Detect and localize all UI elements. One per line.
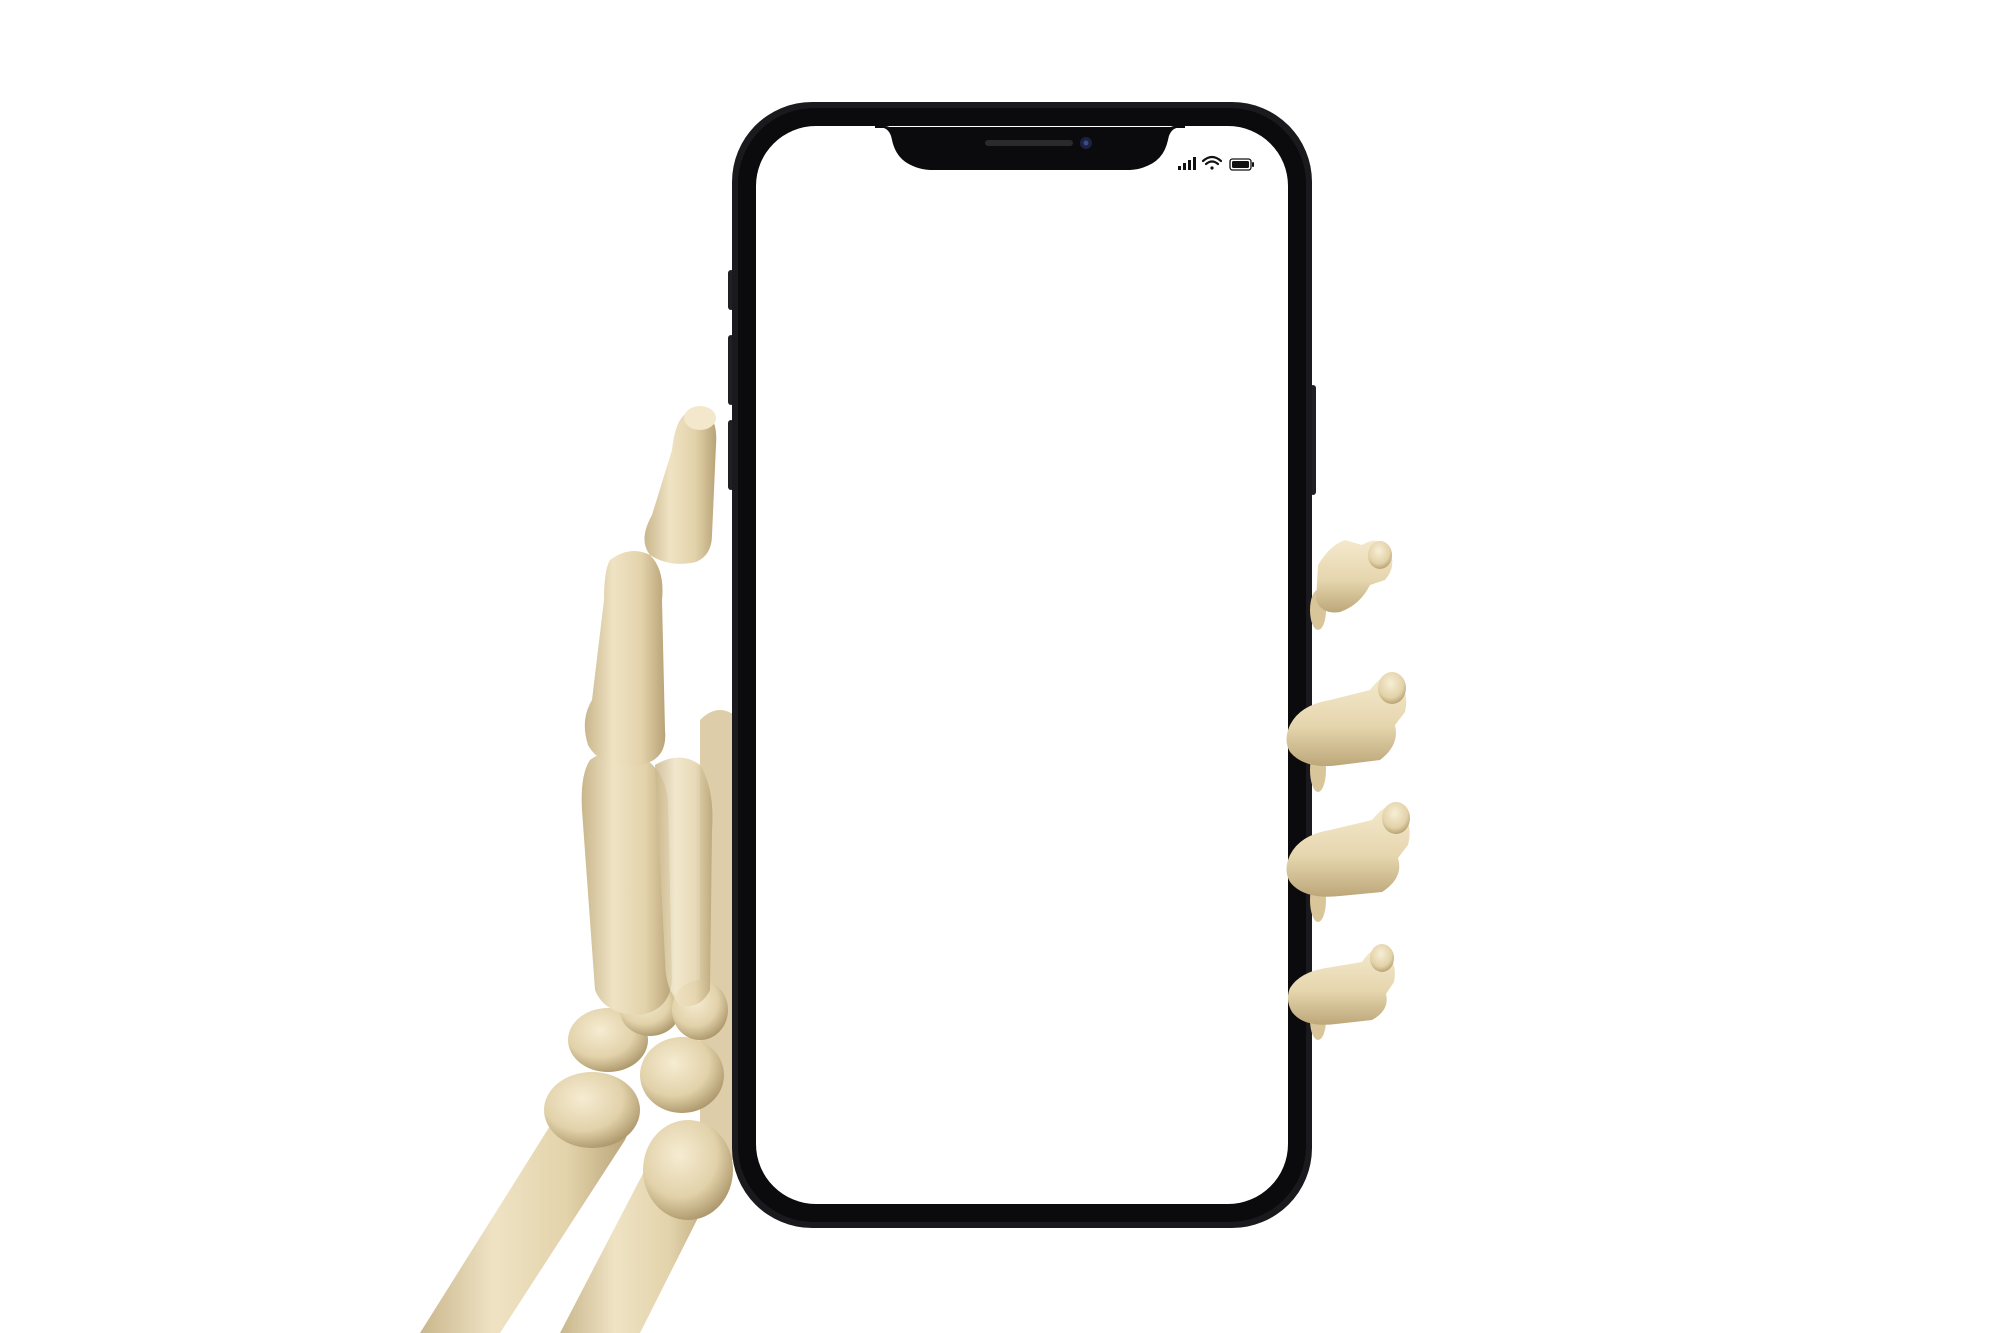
index-fingertip [1316, 540, 1393, 613]
little-fingertip [1287, 944, 1395, 1025]
skeleton-hand-front [1286, 540, 1410, 1040]
scene [0, 0, 2000, 1333]
ring-fingertip [1286, 802, 1410, 897]
middle-fingertip [1286, 672, 1407, 767]
